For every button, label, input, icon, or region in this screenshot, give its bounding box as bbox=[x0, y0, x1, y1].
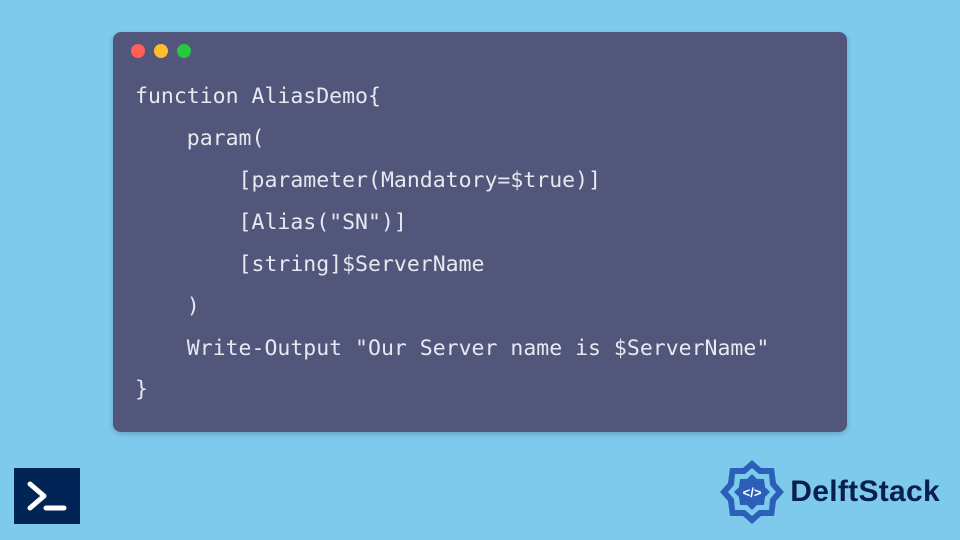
brand: </> DelftStack bbox=[716, 456, 940, 528]
code-window: function AliasDemo{ param( [parameter(Ma… bbox=[113, 32, 847, 432]
brand-logo-icon: </> bbox=[716, 456, 788, 528]
code-line: [parameter(Mandatory=$true)] bbox=[135, 168, 601, 193]
code-content: function AliasDemo{ param( [parameter(Ma… bbox=[113, 70, 847, 431]
brand-name: DelftStack bbox=[790, 475, 940, 509]
code-line: function AliasDemo{ bbox=[135, 84, 381, 109]
close-icon bbox=[131, 44, 145, 58]
code-line: ) bbox=[135, 294, 200, 319]
window-titlebar bbox=[113, 32, 847, 70]
code-line: Write-Output "Our Server name is $Server… bbox=[135, 336, 769, 361]
code-line: } bbox=[135, 377, 148, 402]
svg-text:</>: </> bbox=[743, 485, 762, 500]
code-line: [Alias("SN")] bbox=[135, 210, 407, 235]
minimize-icon bbox=[154, 44, 168, 58]
maximize-icon bbox=[177, 44, 191, 58]
code-line: [string]$ServerName bbox=[135, 252, 485, 277]
code-line: param( bbox=[135, 126, 264, 151]
powershell-icon bbox=[14, 468, 80, 524]
